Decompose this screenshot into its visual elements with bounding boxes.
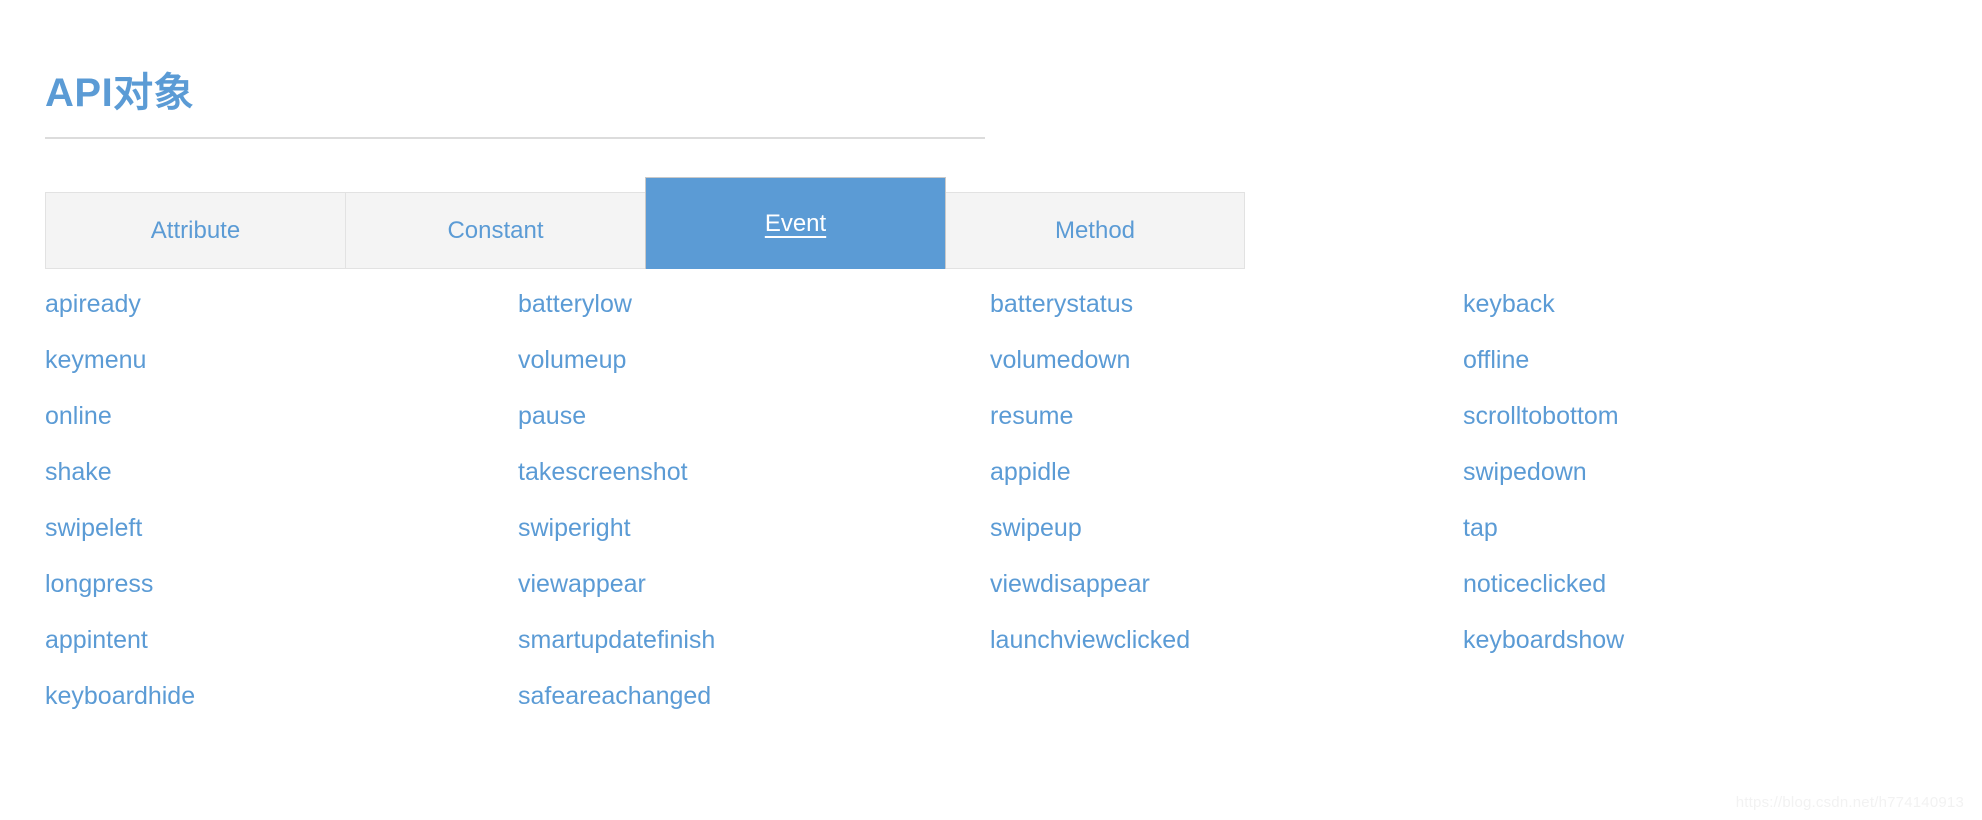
event-link[interactable]: keyboardshow	[1463, 628, 1923, 653]
api-object-page: API对象 Attribute Constant Event Method ap…	[0, 0, 1982, 820]
tab-attribute-label: Attribute	[150, 216, 241, 244]
event-link[interactable]: offline	[1463, 348, 1923, 373]
event-link[interactable]: keyback	[1463, 292, 1923, 317]
tab-attribute[interactable]: Attribute	[45, 192, 346, 269]
tab-event[interactable]: Event	[645, 177, 946, 269]
event-link[interactable]: swiperight	[518, 516, 978, 541]
tab-constant-label: Constant	[447, 216, 544, 244]
event-link[interactable]: online	[45, 404, 505, 429]
event-link[interactable]: resume	[990, 404, 1450, 429]
event-link[interactable]: swipeup	[990, 516, 1450, 541]
page-title: API对象	[45, 70, 195, 115]
event-link[interactable]: shake	[45, 460, 505, 485]
event-link[interactable]: viewdisappear	[990, 572, 1450, 597]
event-link[interactable]: viewappear	[518, 572, 978, 597]
event-link[interactable]: pause	[518, 404, 978, 429]
event-column-3: batterystatus volumedown resume appidle swip…	[990, 292, 1450, 684]
event-link[interactable]: scrolltobottom	[1463, 404, 1923, 429]
event-link[interactable]: appintent	[45, 628, 505, 653]
event-link[interactable]: noticeclicked	[1463, 572, 1923, 597]
event-column-4: keyback offline scrolltobottom swipedown tap…	[1463, 292, 1923, 684]
event-link[interactable]: takescreenshot	[518, 460, 978, 485]
event-link[interactable]: apiready	[45, 292, 505, 317]
event-link[interactable]: appidle	[990, 460, 1450, 485]
event-link[interactable]: longpress	[45, 572, 505, 597]
title-divider	[45, 137, 985, 139]
tab-method[interactable]: Method	[945, 192, 1245, 269]
event-link[interactable]: smartupdatefinish	[518, 628, 978, 653]
event-link[interactable]: launchviewclicked	[990, 628, 1450, 653]
tab-method-label: Method	[1054, 216, 1136, 244]
event-link[interactable]: swipedown	[1463, 460, 1923, 485]
event-link[interactable]: volumedown	[990, 348, 1450, 373]
api-category-tabbar: Attribute Constant Event Method	[45, 177, 1245, 269]
event-link[interactable]: keyboardhide	[45, 684, 505, 709]
event-link[interactable]: batterylow	[518, 292, 978, 317]
event-link[interactable]: keymenu	[45, 348, 505, 373]
event-column-1: apiready keymenu online shake swipeleft longp…	[45, 292, 505, 740]
watermark: https://blog.csdn.net/h774140913	[1735, 794, 1964, 811]
event-column-2: batterylow volumeup pause takescreenshot swi…	[518, 292, 978, 740]
event-link[interactable]: batterystatus	[990, 292, 1450, 317]
event-link[interactable]: tap	[1463, 516, 1923, 541]
tab-event-label: Event	[764, 209, 827, 237]
event-link[interactable]: safeareachanged	[518, 684, 978, 709]
tab-constant[interactable]: Constant	[345, 192, 646, 269]
event-link[interactable]: volumeup	[518, 348, 978, 373]
event-link[interactable]: swipeleft	[45, 516, 505, 541]
